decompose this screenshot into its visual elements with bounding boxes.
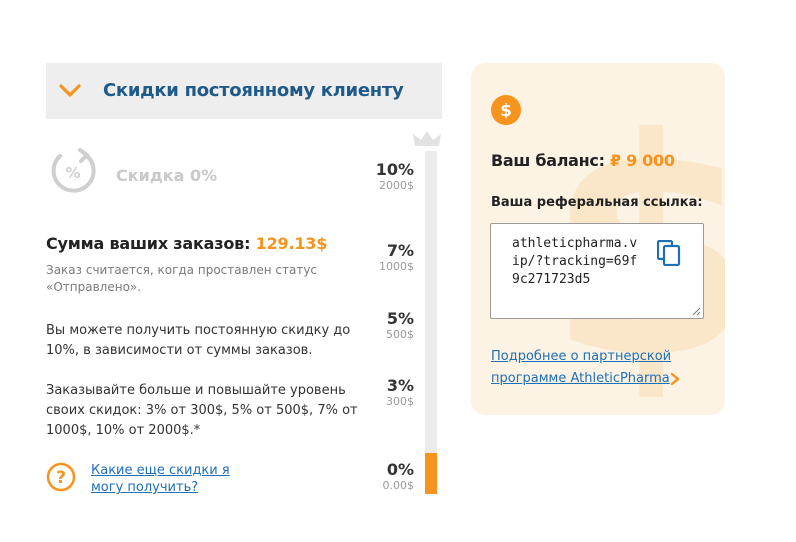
accordion-title: Скидки постоянному клиенту — [103, 80, 404, 101]
level-percent: 7% — [386, 241, 414, 260]
level-percent: 5% — [386, 309, 414, 328]
level-0: 0% 0.00$ — [382, 460, 415, 493]
discount-accordion-header[interactable]: Скидки постоянному клиенту — [46, 63, 442, 119]
question-icon: ? — [46, 462, 76, 492]
chevron-down-icon — [59, 84, 81, 97]
discount-progress-track — [425, 151, 437, 494]
discount-levels-paragraph: Заказывайте больше и повышайте уровень с… — [46, 383, 358, 438]
chevron-right-icon[interactable] — [670, 373, 680, 385]
orders-sum-label: Сумма ваших заказов: — [46, 234, 251, 253]
percent-refresh-icon: % — [51, 148, 96, 193]
referral-link-text[interactable]: athleticpharma.vip/?tracking=69f9c271723… — [512, 235, 642, 289]
svg-text:?: ? — [56, 468, 66, 488]
more-discounts-link[interactable]: Какие еще скидки я могу получить? — [91, 462, 251, 496]
discount-info-paragraph: Вы можете получить постоянную скидку до … — [46, 323, 351, 358]
orders-note: Заказ считается, когда проставлен статус… — [46, 263, 318, 294]
svg-text:$: $ — [500, 101, 512, 121]
balance-line: Ваш баланс: ₽ 9 000 — [491, 151, 675, 170]
level-3: 3% 300$ — [386, 376, 414, 409]
level-amount: 2000$ — [379, 179, 414, 192]
level-amount: 0.00$ — [382, 479, 415, 492]
level-percent: 3% — [386, 376, 414, 395]
crown-icon — [413, 131, 441, 146]
svg-text:%: % — [65, 164, 80, 182]
dollar-coin-icon: $ — [491, 95, 521, 125]
level-5: 5% 500$ — [386, 309, 414, 342]
level-7: 7% 1000$ — [379, 241, 414, 274]
level-percent: 0% — [386, 460, 414, 479]
level-percent: 10% — [375, 160, 414, 179]
orders-sum: Сумма ваших заказов: 129.13$ — [46, 234, 327, 253]
referral-label: Ваша реферальная ссылка: — [491, 195, 703, 210]
level-amount: 300$ — [386, 395, 414, 408]
level-amount: 500$ — [386, 328, 414, 341]
discount-progress-fill — [425, 453, 437, 494]
current-discount-label: Скидка 0% — [116, 166, 218, 185]
balance-label: Ваш баланс: — [491, 151, 605, 170]
level-10: 10% 2000$ — [375, 160, 414, 193]
level-amount: 1000$ — [379, 260, 414, 273]
referral-link-field[interactable]: athleticpharma.vip/?tracking=69f9c271723… — [490, 223, 704, 319]
balance-card: $ $ Ваш баланс: ₽ 9 000 Ваша реферальная… — [471, 63, 725, 415]
orders-sum-value: 129.13$ — [255, 234, 328, 253]
resize-handle-icon[interactable] — [692, 307, 701, 316]
copy-icon[interactable] — [657, 240, 681, 266]
balance-value: ₽ 9 000 — [609, 151, 675, 170]
